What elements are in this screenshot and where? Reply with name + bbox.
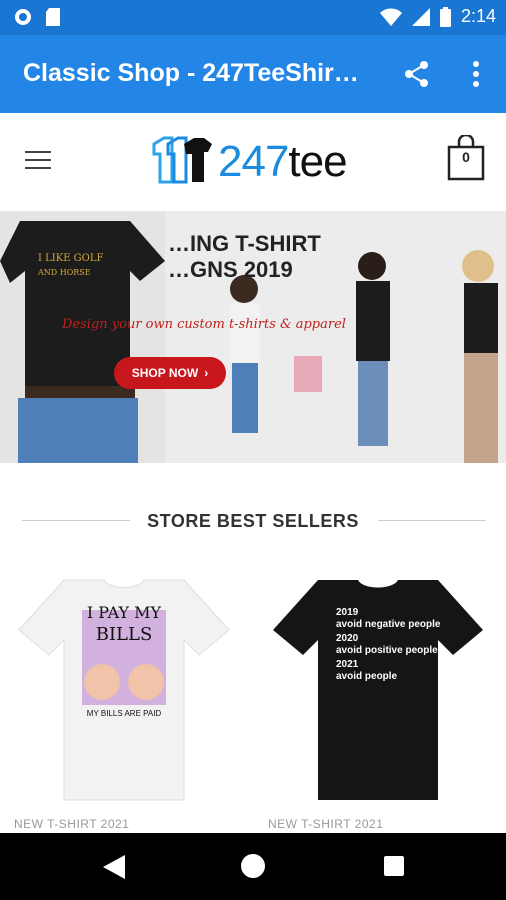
product-category: NEW T-SHIRT 2021 <box>14 817 130 831</box>
print-line6: avoid people <box>336 671 398 682</box>
site-header: 247tee 0 <box>0 113 506 210</box>
sd-card-icon <box>46 8 60 26</box>
product-image: I PAY MY BILLS MY BILLS ARE PAID <box>18 579 230 801</box>
menu-icon[interactable] <box>25 151 51 171</box>
shop-now-button[interactable]: SHOP NOW › <box>114 357 226 389</box>
recents-icon[interactable] <box>384 856 404 876</box>
product-card[interactable]: I PAY MY BILLS MY BILLS ARE PAID NEW T-S… <box>14 570 234 832</box>
share-icon[interactable] <box>402 59 432 89</box>
print-line2: avoid negative people <box>336 619 441 630</box>
site-logo[interactable]: 247tee <box>150 131 360 193</box>
hero-banner[interactable]: I LIKE GOLF AND HORSE …ING T-SHIRT …GNS … <box>0 211 506 463</box>
cart-count: 0 <box>462 149 470 165</box>
print-line4: avoid positive people <box>336 645 438 656</box>
product-category: NEW T-SHIRT 2021 <box>268 817 384 831</box>
chevron-right-icon: › <box>204 366 209 380</box>
divider <box>378 520 486 521</box>
section-title: STORE BEST SELLERS <box>147 511 359 531</box>
print-line1: I PAY MY <box>87 603 162 622</box>
signal-icon <box>411 7 430 26</box>
app-bar: Classic Shop - 247TeeShir… <box>0 35 506 113</box>
logo-number: 247 <box>218 137 289 186</box>
more-vert-icon[interactable] <box>466 59 486 89</box>
product-image: 2019 avoid negative people 2020 avoid po… <box>273 580 483 800</box>
svg-text:AND HORSE: AND HORSE <box>37 268 91 277</box>
product-card[interactable]: 2019 avoid negative people 2020 avoid po… <box>268 570 488 832</box>
tee-print-text: I LIKE GOLF <box>38 253 103 264</box>
system-nav-bar <box>0 833 506 900</box>
home-icon[interactable] <box>241 854 265 878</box>
print-line3: MY BILLS ARE PAID <box>87 709 162 718</box>
banner-tagline: Design your own custom t-shirts & appare… <box>62 317 346 332</box>
model-tshirt-image: I LIKE GOLF AND HORSE <box>0 211 165 463</box>
print-line2: BILLS <box>96 624 153 645</box>
print-line3: 2020 <box>336 633 359 644</box>
back-icon[interactable] <box>103 855 125 879</box>
logo-word: tee <box>288 137 347 186</box>
status-time: 2:14 <box>460 6 496 26</box>
circle-status-icon <box>15 9 31 25</box>
tshirt-logo-icon <box>152 136 212 184</box>
wifi-icon <box>379 8 402 26</box>
battery-icon <box>439 6 451 27</box>
print-line1: 2019 <box>336 607 359 618</box>
status-bar: 2:14 <box>0 0 506 35</box>
app-title: Classic Shop - 247TeeShir… <box>23 59 359 87</box>
print-line5: 2021 <box>336 659 359 670</box>
banner-title: …ING T-SHIRT …GNS 2019 <box>168 231 321 282</box>
cart-button[interactable]: 0 <box>447 133 485 181</box>
best-sellers-heading: STORE BEST SELLERS <box>0 505 506 535</box>
